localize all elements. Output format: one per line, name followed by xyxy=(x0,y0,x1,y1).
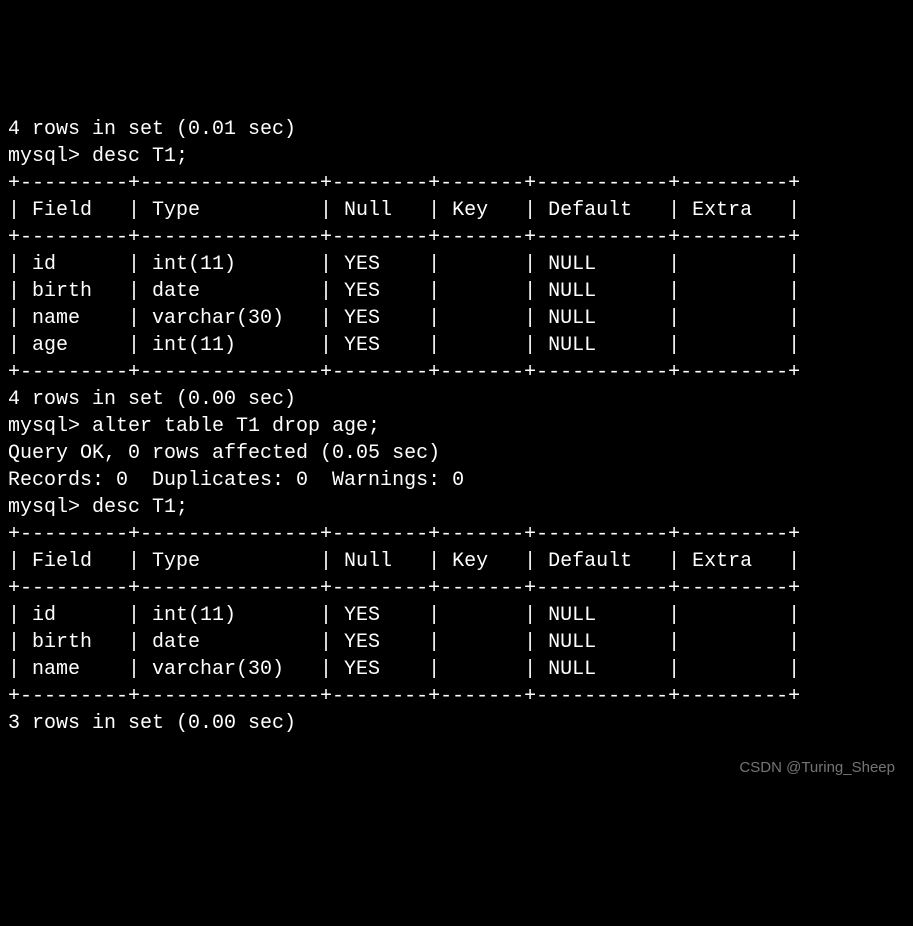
watermark: CSDN @Turing_Sheep xyxy=(739,758,895,778)
mysql-prompt-line: mysql> desc T1; xyxy=(8,494,905,521)
table-header: | Field | Type | Null | Key | Default | … xyxy=(8,548,905,575)
table-row: | age | int(11) | YES | | NULL | | xyxy=(8,332,905,359)
table-border: +---------+---------------+--------+----… xyxy=(8,224,905,251)
result-summary: 3 rows in set (0.00 sec) xyxy=(8,710,905,737)
table-row: | id | int(11) | YES | | NULL | | xyxy=(8,602,905,629)
table-border: +---------+---------------+--------+----… xyxy=(8,170,905,197)
result-summary: 4 rows in set (0.01 sec) xyxy=(8,116,905,143)
mysql-prompt-line: mysql> alter table T1 drop age; xyxy=(8,413,905,440)
table-row: | name | varchar(30) | YES | | NULL | | xyxy=(8,656,905,683)
table-header: | Field | Type | Null | Key | Default | … xyxy=(8,197,905,224)
query-response: Query OK, 0 rows affected (0.05 sec) xyxy=(8,440,905,467)
result-summary: 4 rows in set (0.00 sec) xyxy=(8,386,905,413)
terminal-output: 4 rows in set (0.01 sec)mysql> desc T1;+… xyxy=(8,116,905,737)
table-border: +---------+---------------+--------+----… xyxy=(8,521,905,548)
table-row: | id | int(11) | YES | | NULL | | xyxy=(8,251,905,278)
table-border: +---------+---------------+--------+----… xyxy=(8,683,905,710)
table-row: | name | varchar(30) | YES | | NULL | | xyxy=(8,305,905,332)
table-border: +---------+---------------+--------+----… xyxy=(8,575,905,602)
query-response: Records: 0 Duplicates: 0 Warnings: 0 xyxy=(8,467,905,494)
mysql-prompt-line: mysql> desc T1; xyxy=(8,143,905,170)
table-row: | birth | date | YES | | NULL | | xyxy=(8,629,905,656)
table-row: | birth | date | YES | | NULL | | xyxy=(8,278,905,305)
table-border: +---------+---------------+--------+----… xyxy=(8,359,905,386)
